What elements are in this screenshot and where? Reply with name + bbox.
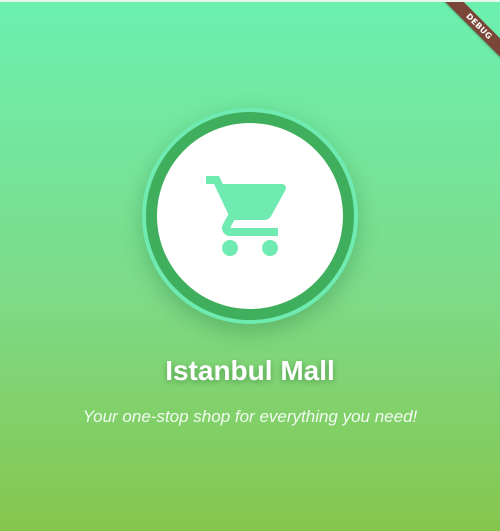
debug-banner: DEBUG xyxy=(443,2,500,62)
debug-banner-label: DEBUG xyxy=(464,11,494,42)
logo-background xyxy=(157,123,343,309)
app-tagline: Your one-stop shop for everything you ne… xyxy=(82,407,418,426)
shopping-cart-icon xyxy=(206,176,287,256)
app-logo xyxy=(142,108,358,324)
splash-screen: DEBUG Istanbul Mall Your one-stop shop f… xyxy=(0,0,500,531)
app-title: Istanbul Mall xyxy=(165,355,335,386)
